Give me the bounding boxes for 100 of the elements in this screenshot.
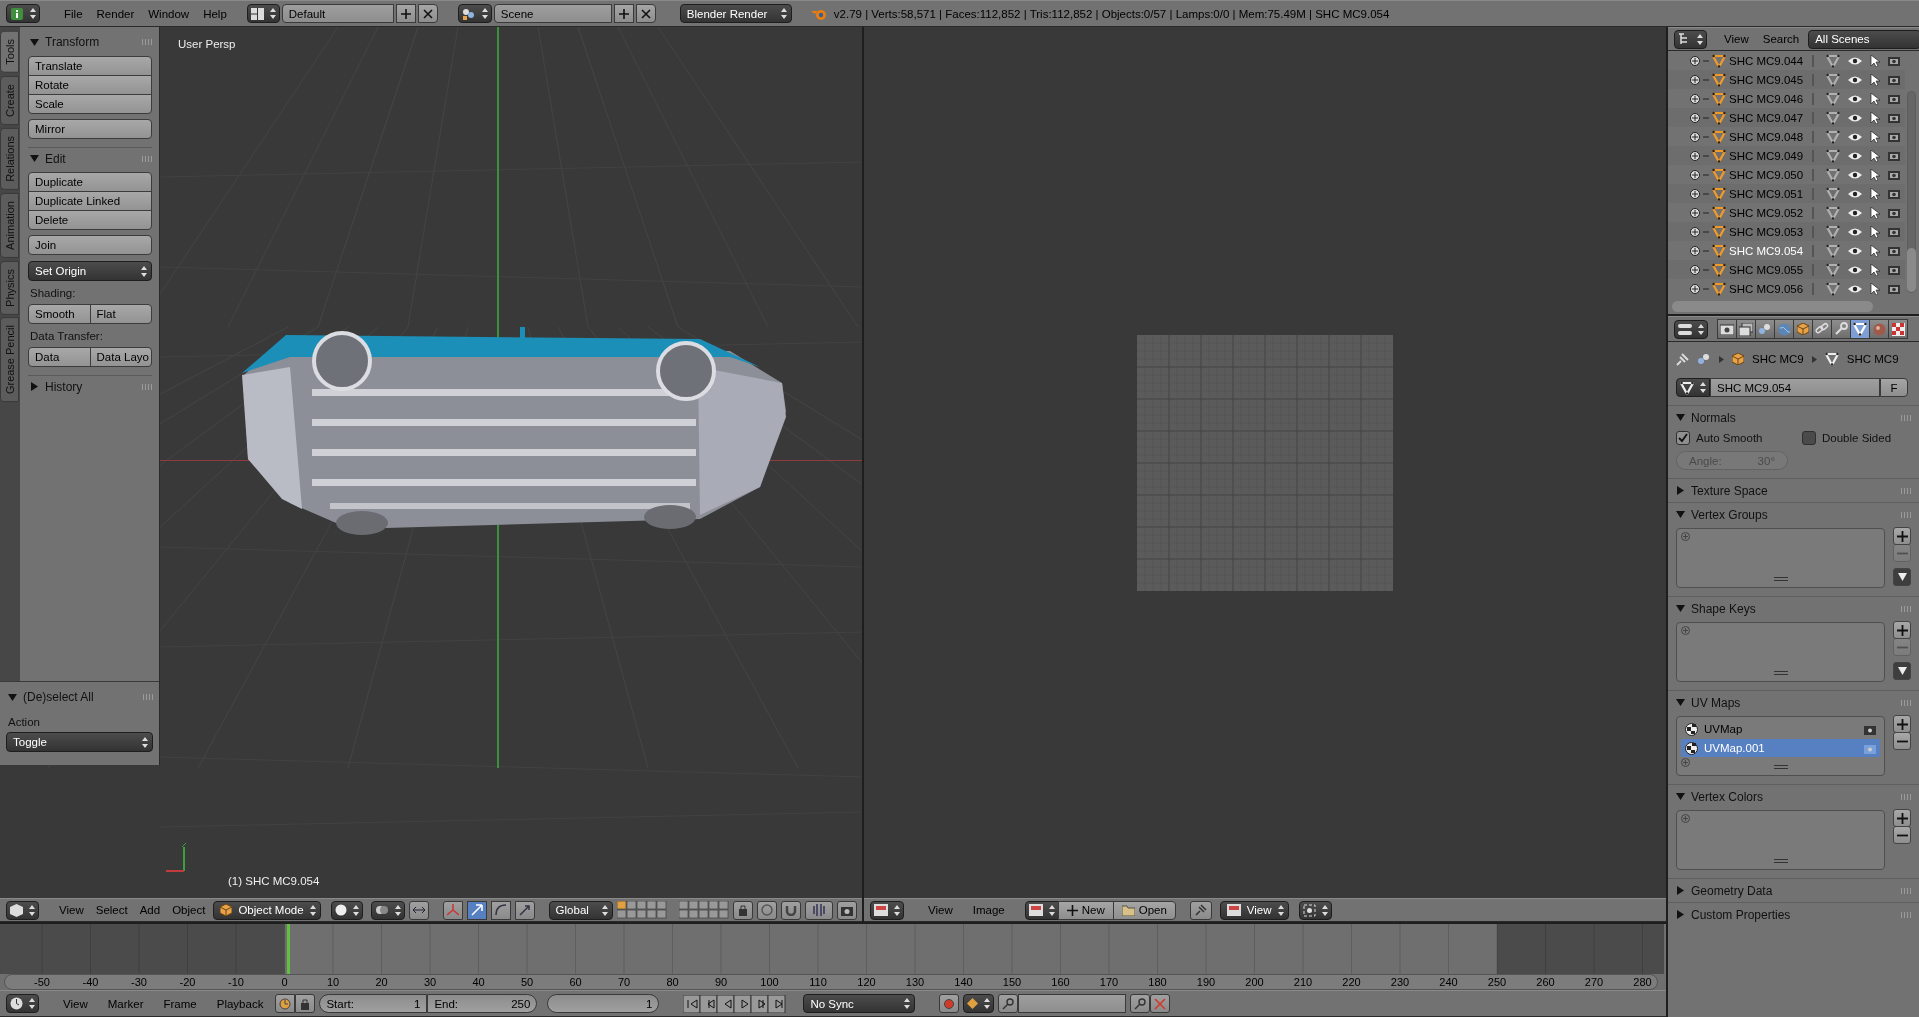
tool-button[interactable]: Delete [28, 210, 152, 230]
menu-item[interactable]: Add [135, 904, 165, 916]
menu-item[interactable]: File [58, 7, 89, 20]
outliner-row[interactable]: SHC MC9.049 [1668, 146, 1905, 165]
menu-item[interactable]: View [1719, 33, 1754, 45]
tool-button[interactable]: Duplicate [28, 172, 152, 192]
list-item[interactable]: UVMap.001 [1681, 739, 1880, 757]
outliner-row[interactable]: SHC MC9.047 [1668, 108, 1905, 127]
panel-title[interactable]: (De)select All [23, 690, 94, 704]
sync-dropdown[interactable]: No Sync [803, 994, 916, 1013]
tool-tab[interactable]: Relations [0, 127, 19, 190]
render-engine-dropdown[interactable]: Blender Render [679, 4, 792, 23]
menu-item[interactable]: Frame [155, 997, 205, 1010]
frame-number: 270 [1584, 975, 1604, 990]
list-item[interactable]: UVMap [1681, 720, 1880, 738]
layout-name-field[interactable]: Default [281, 4, 394, 23]
tool-tab[interactable]: Create [0, 75, 19, 125]
frame-number: 20 [375, 975, 388, 990]
object-name[interactable]: SHC MC9.045 [1729, 73, 1809, 86]
tool-button[interactable]: Translate [28, 56, 152, 76]
start-frame-field[interactable]: Start: 1 [319, 994, 428, 1013]
menu-item[interactable]: Select [91, 904, 132, 916]
outliner-row[interactable]: SHC MC9.053 [1668, 222, 1905, 241]
checkbox-label: Double Sided [1822, 432, 1892, 444]
panel-title[interactable]: Vertex Groups [1691, 507, 1768, 522]
mode-dropdown[interactable]: Object Mode [213, 900, 321, 920]
panel-title[interactable]: Transform [45, 35, 100, 49]
frame-number: 110 [809, 975, 827, 990]
object-name[interactable]: SHC MC9.048 [1729, 130, 1809, 143]
tool-button[interactable]: Mirror [28, 119, 152, 139]
menu-item[interactable]: View [920, 904, 961, 916]
tool-tab[interactable]: Tools [0, 31, 19, 73]
end-frame-field[interactable]: End: 250 [427, 994, 538, 1013]
tool-button[interactable]: Scale [28, 94, 152, 114]
menu-item[interactable]: View [55, 997, 96, 1010]
tool-button[interactable]: Data [28, 347, 91, 367]
tool-tab[interactable]: Physics [0, 260, 19, 315]
tool-button[interactable]: Flat [89, 304, 152, 324]
new-image-button[interactable]: New [1057, 900, 1114, 920]
list-box[interactable]: UVMap UVMap.001 [1676, 716, 1885, 776]
set-origin-dropdown[interactable]: Set Origin [28, 261, 152, 281]
display-mode-dropdown[interactable]: All Scenes [1808, 29, 1919, 49]
scene-name-field[interactable]: Scene [493, 4, 612, 23]
object-name[interactable]: SHC MC9.050 [1729, 168, 1809, 181]
tool-button[interactable]: Smooth [28, 304, 91, 324]
frame-number: -10 [228, 975, 244, 990]
menu-item[interactable]: Object [168, 904, 210, 916]
frame-number: 50 [520, 975, 534, 990]
object-name[interactable]: SHC MC9.052 [1729, 206, 1809, 219]
object-name[interactable]: SHC MC9.047 [1729, 111, 1809, 124]
menu-item[interactable]: Help [197, 7, 233, 20]
panel-title[interactable]: Edit [45, 151, 66, 166]
object-name[interactable]: SHC MC9.055 [1729, 263, 1809, 276]
menu-item[interactable]: Render [90, 7, 141, 20]
frame-number: -20 [179, 975, 196, 990]
frame-number: 190 [1196, 975, 1216, 990]
menu-item[interactable]: Marker [99, 997, 152, 1010]
frame-number: 10 [326, 975, 340, 990]
outliner-row[interactable]: SHC MC9.045 [1668, 70, 1905, 89]
object-name[interactable]: SHC MC9.051 [1729, 187, 1809, 200]
tool-tab[interactable]: Animation [0, 192, 19, 258]
panel-title[interactable]: UV Maps [1691, 695, 1741, 710]
tool-tab[interactable]: Grease Pencil [0, 317, 19, 403]
outliner-row[interactable]: SHC MC9.051 [1668, 184, 1905, 203]
checkbox-label: Auto Smooth [1696, 432, 1763, 444]
tool-button[interactable]: Data Layo [89, 347, 152, 367]
menu-item[interactable]: Search [1757, 33, 1805, 45]
tool-button[interactable]: Join [28, 235, 152, 255]
panel-title[interactable]: Normals [1691, 410, 1736, 425]
panel-title[interactable]: Geometry Data [1691, 883, 1773, 898]
frame-number: 90 [714, 975, 728, 990]
tool-button[interactable]: Rotate [28, 75, 152, 95]
action-dropdown[interactable]: Toggle [6, 732, 153, 752]
menu-item[interactable]: Playback [208, 997, 272, 1010]
panel-title[interactable]: Custom Properties [1691, 907, 1791, 922]
panel-title[interactable]: Vertex Colors [1691, 789, 1764, 804]
menu-item[interactable]: View [55, 904, 88, 916]
current-frame-field[interactable]: 1 [547, 994, 660, 1013]
panel-title[interactable]: Texture Space [1691, 483, 1768, 498]
tool-button[interactable]: Duplicate Linked [28, 191, 152, 211]
open-image-button[interactable]: Open [1112, 900, 1176, 920]
panel-title[interactable]: History [45, 379, 83, 394]
mesh-name-field[interactable]: SHC MC9.054 [1710, 378, 1880, 397]
menu-item[interactable]: Window [142, 7, 196, 20]
object-name[interactable]: SHC MC9.044 [1729, 54, 1809, 67]
object-name[interactable]: SHC MC9.053 [1729, 225, 1809, 238]
section-label: Data Transfer: [29, 330, 104, 342]
object-name[interactable]: SHC MC9.046 [1729, 92, 1809, 105]
object-name[interactable]: SHC MC9.054 [1729, 244, 1809, 257]
outliner-row[interactable]: SHC MC9.055 [1668, 260, 1905, 279]
object-name[interactable]: SHC MC9.056 [1729, 282, 1809, 295]
fake-user-button[interactable]: F [1880, 378, 1908, 397]
orientation-dropdown[interactable]: Global [548, 900, 613, 920]
view-name: User Persp [178, 38, 236, 50]
menu-item[interactable]: Image [964, 904, 1013, 916]
frame-number: 200 [1245, 975, 1264, 990]
panel-title[interactable]: Shape Keys [1691, 601, 1756, 616]
view-mode-dropdown[interactable]: View [1219, 900, 1289, 920]
object-name[interactable]: SHC MC9.049 [1729, 149, 1809, 162]
frame-number: 180 [1148, 975, 1167, 990]
